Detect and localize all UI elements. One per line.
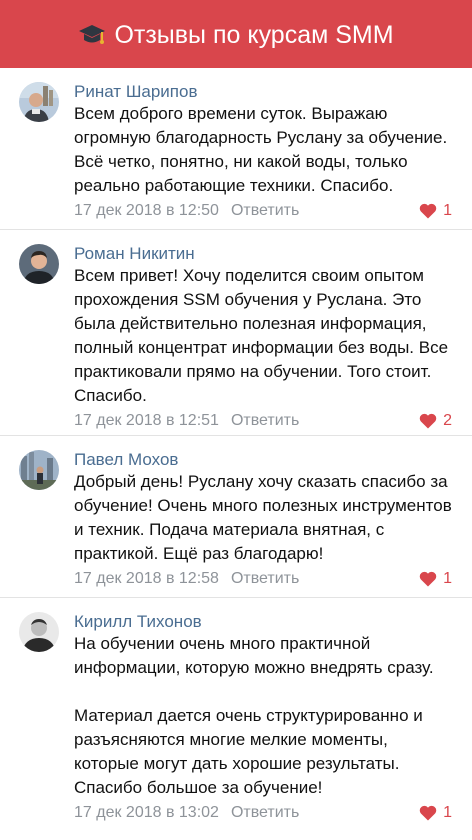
like-button[interactable]: 1 (419, 570, 452, 588)
like-count: 1 (443, 202, 452, 219)
comment-item: Роман Никитин Всем привет! Хочу поделитс… (0, 230, 472, 436)
comment-date: 17 дек 2018 в 12:51 (74, 412, 219, 429)
reply-button[interactable]: Ответить (231, 570, 299, 588)
comment-item: Кирилл Тихонов На обучении очень много п… (0, 598, 472, 840)
comment-text: Добрый день! Руслану хочу сказать спасиб… (74, 472, 452, 563)
comment-meta: 17 дек 2018 в 12:58 Ответить 1 (74, 566, 452, 592)
comment-item: Ринат Шарипов Всем доброго времени суток… (0, 68, 472, 230)
avatar[interactable] (19, 612, 59, 652)
like-button[interactable]: 2 (419, 412, 452, 430)
reply-button[interactable]: Ответить (231, 202, 299, 220)
heart-icon (419, 571, 437, 587)
comment-text: Всем привет! Хочу поделится своим опытом… (74, 266, 449, 405)
reply-button[interactable]: Ответить (231, 804, 299, 822)
comment-author[interactable]: Роман Никитин (74, 243, 452, 264)
comment-author[interactable]: Кирилл Тихонов (74, 611, 452, 632)
page-title: Отзывы по курсам SMM (114, 20, 394, 49)
comment-author[interactable]: Павел Мохов (74, 449, 452, 470)
avatar[interactable] (19, 82, 59, 122)
heart-icon (419, 413, 437, 429)
comment-meta: 17 дек 2018 в 13:02 Ответить 1 (74, 800, 452, 826)
like-button[interactable]: 1 (419, 202, 452, 220)
heart-icon (419, 805, 437, 821)
avatar[interactable] (19, 450, 59, 490)
comment-item: Павел Мохов Добрый день! Руслану хочу ск… (0, 436, 472, 598)
avatar[interactable] (19, 244, 59, 284)
like-count: 1 (443, 804, 452, 821)
like-count: 2 (443, 412, 452, 429)
comment-author[interactable]: Ринат Шарипов (74, 81, 452, 102)
like-count: 1 (443, 570, 452, 587)
reply-button[interactable]: Ответить (231, 412, 299, 430)
page-header: Отзывы по курсам SMM (0, 0, 472, 68)
comment-text: На обучении очень много практичной инфор… (74, 634, 434, 797)
comment-date: 17 дек 2018 в 12:58 (74, 570, 219, 587)
comment-date: 17 дек 2018 в 13:02 (74, 804, 219, 821)
comment-meta: 17 дек 2018 в 12:51 Ответить 2 (74, 408, 452, 434)
comment-text: Всем доброго времени суток. Выражаю огро… (74, 104, 448, 195)
graduation-cap-icon (78, 21, 106, 49)
comment-date: 17 дек 2018 в 12:50 (74, 202, 219, 219)
comment-meta: 17 дек 2018 в 12:50 Ответить 1 (74, 198, 452, 224)
like-button[interactable]: 1 (419, 804, 452, 822)
heart-icon (419, 203, 437, 219)
